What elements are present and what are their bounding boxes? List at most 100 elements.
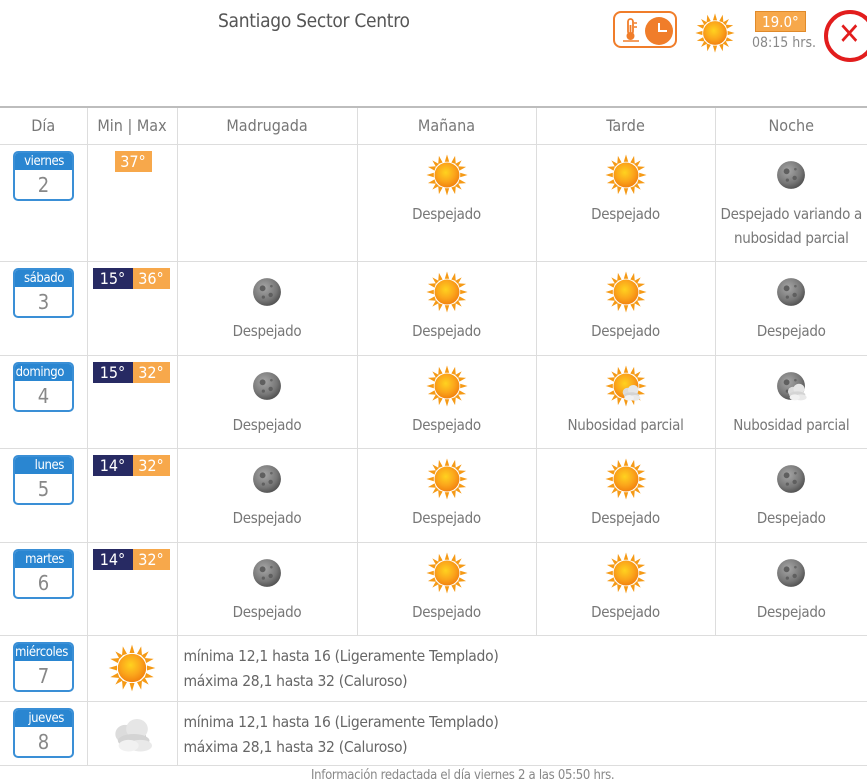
column-header-day: Día xyxy=(0,107,88,145)
day-number: 3 xyxy=(37,289,50,314)
minmax-cell: 14° 32° xyxy=(87,542,178,636)
max-temp: 32° xyxy=(132,361,170,383)
sun-icon xyxy=(604,551,648,595)
condition-label: Despejado xyxy=(591,204,660,223)
day-cell: viernes 2 xyxy=(0,144,88,262)
moon-icon xyxy=(245,270,289,314)
period-cell: Despejado xyxy=(357,355,537,449)
condition-label: Despejado xyxy=(232,321,302,340)
min-temp: 14° xyxy=(92,548,133,570)
moon-icon xyxy=(769,270,813,314)
min-temp: 14° xyxy=(92,454,133,476)
extended-forecast-text: mínima 12,1 hasta 16 (Ligeramente Templa… xyxy=(177,635,867,702)
moon-icon xyxy=(245,457,289,501)
condition-label: Despejado xyxy=(756,602,826,621)
forecast-icon-cell xyxy=(87,635,178,702)
period-cell: Despejado xyxy=(536,542,716,636)
column-header-manana: Mañana xyxy=(357,107,537,145)
day-number: 5 xyxy=(37,476,50,501)
condition-label: Despejado xyxy=(591,602,660,621)
day-cell: jueves 8 xyxy=(0,701,88,766)
condition-label: Despejado xyxy=(412,204,481,223)
day-badge[interactable]: sábado 3 xyxy=(13,267,74,318)
close-button[interactable]: ✕ xyxy=(824,10,867,62)
period-cell: Nubosidad parcial xyxy=(715,355,867,449)
min-range-text: mínima 12,1 hasta 16 (Ligeramente Templa… xyxy=(183,712,499,731)
sun-icon xyxy=(604,153,648,197)
forecast-icon-cell xyxy=(87,701,178,766)
sun-icon xyxy=(425,153,469,197)
period-cell: Despejado xyxy=(177,542,358,636)
max-temp: 32° xyxy=(132,454,170,476)
temperature-range: 14° 32° xyxy=(92,454,170,476)
min-temp: 15° xyxy=(92,361,133,383)
moon-icon xyxy=(769,551,813,595)
table-row: miércoles 7 mínima 12,1 hasta 16 (Ligera… xyxy=(0,635,867,702)
condition-label: Nubosidad parcial xyxy=(567,415,684,434)
day-name: domingo xyxy=(15,363,72,381)
day-badge[interactable]: miércoles 7 xyxy=(13,641,74,692)
temperature-range: 15° 36° xyxy=(92,267,170,289)
forecast-table: Día Min | Max Madrugada Mañana Tarde Noc… xyxy=(0,106,867,766)
condition-label: Despejado xyxy=(232,415,302,434)
extended-forecast-text: mínima 12,1 hasta 16 (Ligeramente Templa… xyxy=(177,701,867,766)
sun-icon xyxy=(425,270,469,314)
condition-label: Despejado xyxy=(412,508,481,527)
clock-icon xyxy=(645,17,673,45)
day-name: miércoles xyxy=(15,643,72,661)
period-cell: Nubosidad parcial xyxy=(536,355,716,449)
condition-label: Despejado variando a nubosidad parcial xyxy=(720,204,863,247)
max-range-text: máxima 28,1 hasta 32 (Caluroso) xyxy=(183,737,408,756)
sun-icon xyxy=(604,457,648,501)
day-cell: martes 6 xyxy=(0,542,88,636)
moon-icon xyxy=(769,153,813,197)
period-cell: Despejado xyxy=(357,448,537,543)
period-cell xyxy=(177,144,358,262)
period-cell: Despejado xyxy=(177,355,358,449)
partly-cloudy-day-icon xyxy=(604,364,648,408)
day-cell: sábado 3 xyxy=(0,261,88,356)
period-cell: Despejado xyxy=(536,144,716,262)
day-name: viernes xyxy=(15,152,72,170)
condition-label: Nubosidad parcial xyxy=(733,415,850,434)
day-badge[interactable]: lunes 5 xyxy=(13,454,74,505)
footer-note: Información redactada el día viernes 2 a… xyxy=(311,768,615,780)
day-badge[interactable]: viernes 2 xyxy=(13,150,74,201)
condition-label: Despejado xyxy=(756,321,826,340)
period-cell: Despejado xyxy=(715,261,867,356)
page-title: Santiago Sector Centro xyxy=(218,10,410,32)
day-number: 4 xyxy=(37,383,50,408)
temperature-range: 37° xyxy=(93,150,152,172)
table-row: jueves 8 mínima 12,1 hasta 16 (Ligeramen… xyxy=(0,701,867,766)
day-badge[interactable]: domingo 4 xyxy=(13,361,74,412)
cloud-icon xyxy=(107,709,157,759)
close-icon: ✕ xyxy=(838,17,861,52)
column-header-madrugada: Madrugada xyxy=(177,107,358,145)
thermo-clock-icon[interactable] xyxy=(613,11,677,48)
condition-label: Despejado xyxy=(591,508,660,527)
condition-label: Despejado xyxy=(232,602,302,621)
period-cell: Despejado xyxy=(357,144,537,262)
day-cell: domingo 4 xyxy=(0,355,88,449)
period-cell: Despejado xyxy=(177,261,358,356)
table-row: viernes 2 37° Despejado Despejado Despej… xyxy=(0,144,867,262)
column-header-tarde: Tarde xyxy=(536,107,716,145)
min-temp: 15° xyxy=(92,267,133,289)
max-range-text: máxima 28,1 hasta 32 (Caluroso) xyxy=(183,671,408,690)
day-number: 2 xyxy=(37,172,50,197)
current-time: 08:15 hrs. xyxy=(752,35,817,51)
day-badge[interactable]: jueves 8 xyxy=(13,707,74,758)
day-name: martes xyxy=(15,550,72,568)
moon-icon xyxy=(245,551,289,595)
moon-icon xyxy=(769,457,813,501)
period-cell: Despejado variando a nubosidad parcial xyxy=(715,144,867,262)
day-name: sábado xyxy=(15,269,72,287)
max-temp: 37° xyxy=(114,150,152,172)
period-cell: Despejado xyxy=(715,542,867,636)
day-number: 8 xyxy=(37,729,50,754)
day-badge[interactable]: martes 6 xyxy=(13,548,74,599)
period-cell: Despejado xyxy=(715,448,867,543)
sun-icon xyxy=(425,457,469,501)
table-row: domingo 4 15° 32° Despejado Despejado Nu… xyxy=(0,355,867,449)
min-range-text: mínima 12,1 hasta 16 (Ligeramente Templa… xyxy=(183,646,499,665)
